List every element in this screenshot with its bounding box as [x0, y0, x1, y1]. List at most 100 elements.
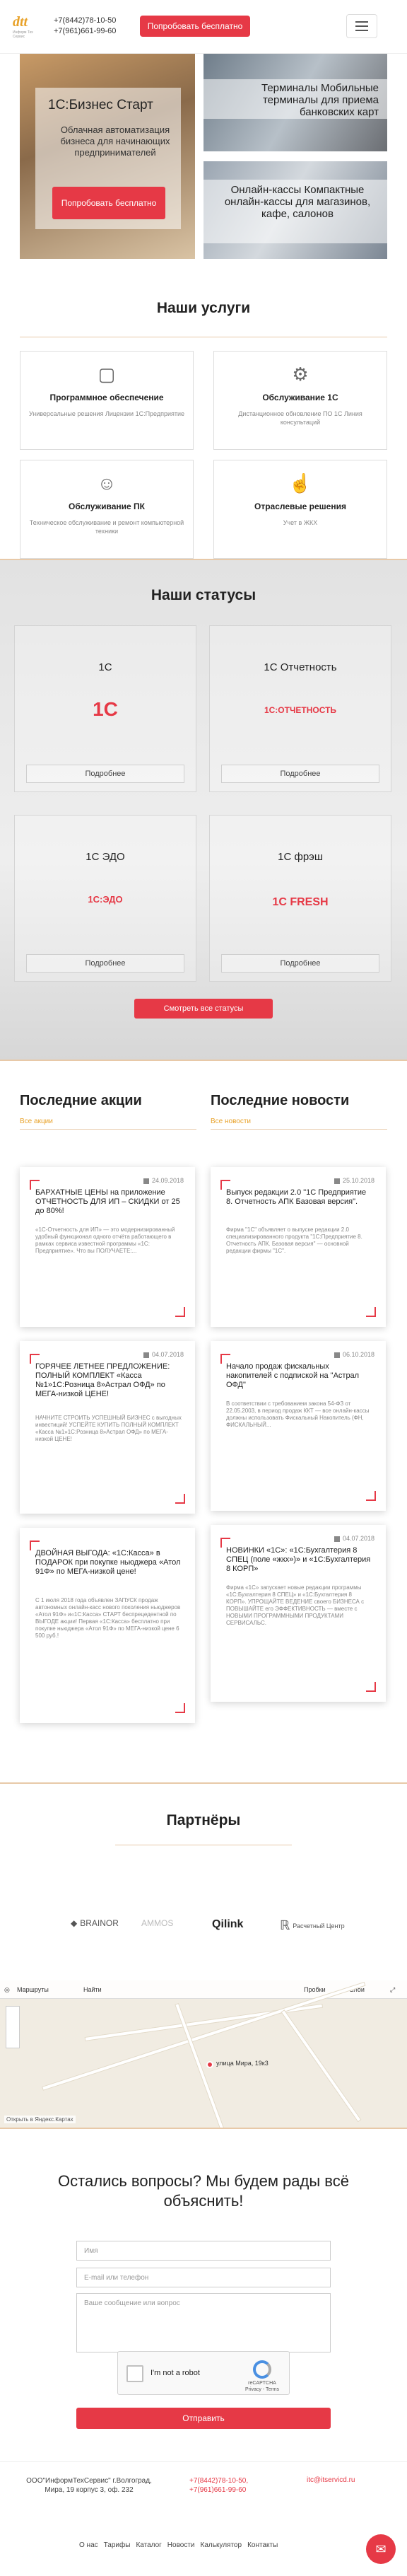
- footer-nav-contacts[interactable]: Контакты: [247, 2541, 278, 2549]
- post-title: ГОРЯЧЕЕ ЛЕТНЕЕ ПРЕДЛОЖЕНИЕ: ПОЛНЫЙ КОМПЛ…: [35, 1362, 170, 1398]
- map-open-link[interactable]: Открыть в Яндекс.Картах: [4, 2116, 76, 2123]
- footer-phones: +7(8442)78-10-50, +7(961)661-99-60: [189, 2476, 248, 2495]
- hero-main-title: 1С:Бизнес Старт: [48, 98, 153, 112]
- status-card-reporting: 1С Отчетность 1С:ОТЧЕТНОСТЬ Подробнее: [209, 625, 391, 792]
- map-zoom-control[interactable]: [6, 2006, 20, 2048]
- footer-nav: О нас Тарифы Каталог Новости Калькулятор…: [79, 2541, 278, 2549]
- user-icon: ☺: [97, 472, 117, 494]
- calendar-icon: [334, 1352, 340, 1358]
- recaptcha-icon: [253, 2360, 271, 2379]
- partners-section: Партнёры ◆ BRAINOR AMMOS Qilink ℝ Расчетны…: [0, 1782, 407, 1980]
- all-statuses-button[interactable]: Смотреть все статусы: [134, 999, 273, 1019]
- divider: [211, 1129, 387, 1130]
- partner-logo[interactable]: ◆ BRAINOR: [71, 1918, 119, 1928]
- footer-phone-1[interactable]: +7(8442)78-10-50,: [189, 2477, 248, 2485]
- partners-title: Партнёры: [166, 1812, 241, 1828]
- hero-card-terminals-text: Терминалы Мобильные терминалы для приема…: [261, 82, 379, 118]
- location-pin-icon[interactable]: [206, 2061, 213, 2068]
- captcha-checkbox[interactable]: [126, 2365, 143, 2382]
- footer-nav-catalog[interactable]: Каталог: [136, 2541, 161, 2549]
- service-title: Программное обеспечение: [49, 393, 164, 402]
- post-title: Начало продаж фискальных накопителей с п…: [226, 1362, 360, 1389]
- map-routes-button[interactable]: Маршруты: [17, 1986, 49, 1993]
- gears-icon: ⚙: [292, 364, 309, 385]
- partner-logo[interactable]: ℝ Расчетный Центр: [280, 1918, 345, 1933]
- post-date: 25.10.2018: [334, 1177, 374, 1184]
- map-search-button[interactable]: Найти: [83, 1986, 102, 1993]
- contact-field[interactable]: E-mail или телефон: [76, 2268, 331, 2287]
- service-text: Техническое обслуживание и ремонт компью…: [29, 519, 184, 535]
- phone-link-1[interactable]: +7(8442)78-10-50: [54, 16, 116, 25]
- promo-card[interactable]: 24.09.2018 БАРХАТНЫЕ ЦЕНЫ на приложение …: [20, 1167, 195, 1327]
- news-card[interactable]: 04.07.2018 НОВИНКИ «1С»: «1С:Бухгалтерия…: [211, 1525, 386, 1702]
- footer-nav-calculator[interactable]: Калькулятор: [201, 2541, 242, 2549]
- footer-nav-about[interactable]: О нас: [79, 2541, 98, 2549]
- promos-title: Последние акции: [20, 1093, 142, 1108]
- post-title: ДВОЙНАЯ ВЫГОДА: «1С:Касса» в ПОДАРОК при…: [35, 1549, 181, 1576]
- status-card-fresh: 1С фрэш 1С FRESH Подробнее: [209, 815, 391, 982]
- hero-main-banner: 1С:Бизнес Старт Облачная автоматизация б…: [20, 54, 195, 259]
- service-card-software[interactable]: ▢ Программное обеспечение Универсальные …: [20, 351, 194, 450]
- svg-text:1С:ЭДО: 1С:ЭДО: [88, 894, 122, 905]
- service-card-1c[interactable]: ⚙ Обслуживание 1С Дистанционное обновлен…: [213, 351, 387, 450]
- status-name: 1С Отчетность: [264, 661, 337, 673]
- logo-mark: dtt: [13, 14, 28, 30]
- status-more-button[interactable]: Подробнее: [221, 765, 379, 783]
- post-date: 06.10.2018: [334, 1351, 374, 1358]
- status-name: 1С фрэш: [278, 851, 323, 863]
- post-text: Фирма «1С» запускает новые редакции прог…: [226, 1584, 365, 1626]
- hero-try-button[interactable]: Попробовать бесплатно: [52, 187, 165, 219]
- contact-title: Остались вопросы? Мы будем рады всё объя…: [58, 2172, 349, 2210]
- status-card-1c: 1С 1С Подробнее: [14, 625, 196, 792]
- phone-link-2[interactable]: +7(961)661-99-60: [54, 27, 116, 35]
- service-card-pc[interactable]: ☺ Обслуживание ПК Техническое обслуживан…: [20, 460, 194, 559]
- hero-card-online-kassy[interactable]: Онлайн-кассы Компактные онлайн-кассы для…: [204, 161, 387, 259]
- service-title: Обслуживание ПК: [69, 501, 145, 511]
- map-widget[interactable]: ◎ Маршруты Найти Пробки Слои ⤢ улица Мир…: [0, 1980, 407, 2129]
- footer-nav-news[interactable]: Новости: [167, 2541, 195, 2549]
- promo-card[interactable]: 04.07.2018 ГОРЯЧЕЕ ЛЕТНЕЕ ПРЕДЛОЖЕНИЕ: П…: [20, 1341, 195, 1514]
- map-traffic-button[interactable]: Пробки: [304, 1986, 326, 1993]
- map-address-label: улица Мира, 19к3: [216, 2060, 269, 2067]
- service-card-industry[interactable]: ☝ Отраслевые решения Учет в ЖКХ: [213, 460, 387, 559]
- footer-address: ООО"ИнформТехСервис" г.Волгоград, Мира, …: [26, 2477, 152, 2494]
- all-news-link[interactable]: Все новости: [211, 1118, 251, 1125]
- svg-text:1С:ОТЧЕТНОСТЬ: 1С:ОТЧЕТНОСТЬ: [264, 705, 336, 715]
- services-title: Наши услуги: [156, 300, 251, 316]
- chat-icon[interactable]: ✉: [366, 2534, 396, 2564]
- calendar-icon: [143, 1178, 149, 1184]
- site-header: dtt Информ Тех Сервис +7(8442)78-10-50 +…: [0, 0, 407, 54]
- statuses-section: Наши статусы 1С 1С Подробнее 1С Отчетнос…: [0, 559, 407, 1061]
- footer-nav-tariffs[interactable]: Тарифы: [104, 2541, 131, 2549]
- footer-email[interactable]: itc@itservicd.ru: [307, 2476, 355, 2484]
- statuses-title: Наши статусы: [151, 587, 256, 603]
- news-card[interactable]: 06.10.2018 Начало продаж фискальных нако…: [211, 1341, 386, 1511]
- status-more-button[interactable]: Подробнее: [26, 954, 184, 973]
- promo-card[interactable]: ДВОЙНАЯ ВЫГОДА: «1С:Касса» в ПОДАРОК при…: [20, 1528, 195, 1723]
- service-text: Дистанционное обновление ПО 1С Линия кон…: [238, 410, 362, 426]
- question-textarea[interactable]: Ваше сообщение или вопрос: [76, 2293, 331, 2352]
- 1c-edo-logo-icon: 1С:ЭДО: [15, 884, 196, 912]
- all-promos-link[interactable]: Все акции: [20, 1118, 53, 1125]
- divider: [20, 1129, 196, 1130]
- 1c-reporting-logo-icon: 1С:ОТЧЕТНОСТЬ: [210, 695, 391, 723]
- hero-card-terminals[interactable]: Терминалы Мобильные терминалы для приема…: [204, 54, 387, 151]
- status-more-button[interactable]: Подробнее: [221, 954, 379, 973]
- footer-phone-2[interactable]: +7(961)661-99-60: [189, 2486, 246, 2494]
- partner-logo[interactable]: Qilink: [212, 1918, 243, 1931]
- post-text: Фирма "1С" объявляет о выпуске редакции …: [226, 1226, 362, 1254]
- calendar-icon: [334, 1536, 340, 1542]
- send-button[interactable]: Отправить: [76, 2408, 331, 2429]
- 1c-logo-icon: 1С: [15, 695, 196, 723]
- try-free-button[interactable]: Попробовать бесплатно: [140, 16, 250, 37]
- name-field[interactable]: Имя: [76, 2241, 331, 2261]
- partner-logo[interactable]: AMMOS: [141, 1918, 173, 1928]
- news-title: Последние новости: [211, 1093, 350, 1108]
- status-more-button[interactable]: Подробнее: [26, 765, 184, 783]
- service-title: Отраслевые решения: [254, 501, 346, 511]
- news-card[interactable]: 25.10.2018 Выпуск редакции 2.0 "1С Предп…: [211, 1167, 386, 1327]
- logo[interactable]: dtt Информ Тех Сервис: [13, 14, 45, 42]
- menu-burger-icon[interactable]: [346, 14, 377, 38]
- status-name: 1С ЭДО: [85, 851, 125, 863]
- monitor-icon: ▢: [98, 364, 116, 385]
